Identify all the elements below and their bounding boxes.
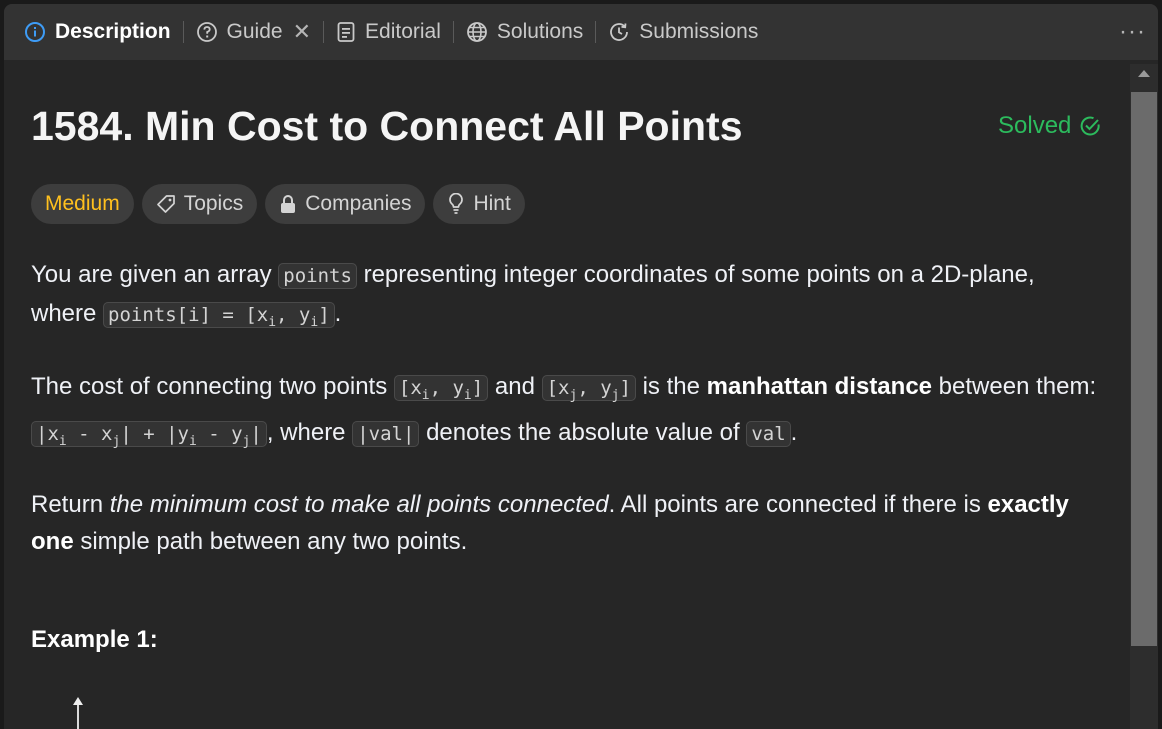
tab-guide[interactable]: Guide ✕ <box>184 4 323 60</box>
check-circle-icon <box>1081 116 1100 136</box>
example-heading: Example 1: <box>31 626 158 653</box>
inline-code: val <box>746 420 791 447</box>
vertical-scrollbar[interactable] <box>1130 64 1158 729</box>
document-icon <box>337 22 355 42</box>
lock-icon <box>281 195 296 213</box>
tab-submissions[interactable]: Submissions <box>596 4 770 60</box>
graph-axis-arrow-icon <box>73 697 83 729</box>
tag-icon <box>156 195 175 213</box>
companies-button[interactable]: Companies <box>265 184 426 224</box>
inline-code: points <box>278 263 357 289</box>
help-circle-icon <box>196 22 217 42</box>
lightbulb-icon <box>449 193 464 214</box>
topics-label: Topics <box>183 192 244 215</box>
bold-term: manhattan distance <box>706 372 933 400</box>
scroll-up-arrow-icon[interactable] <box>1138 70 1150 77</box>
problem-description: You are given an array points representi… <box>31 256 1106 587</box>
tab-editorial-label: Editorial <box>365 20 441 43</box>
tag-row: Medium Topics Companies Hint <box>31 184 533 224</box>
description-paragraph: The cost of connecting two points [xi, y… <box>31 372 1097 449</box>
tab-guide-label: Guide <box>226 20 283 43</box>
inline-code: |xi - xj| + |yi - yj| <box>31 420 267 448</box>
inline-code: [xj, yj] <box>541 374 636 403</box>
problem-panel: Description Guide ✕ Editorial Solutions … <box>4 4 1158 729</box>
close-icon[interactable]: ✕ <box>293 19 311 45</box>
history-icon <box>610 23 629 41</box>
italic-phrase: the minimum cost to make all points conn… <box>109 491 609 519</box>
companies-label: Companies <box>305 192 412 215</box>
solved-label: Solved <box>998 112 1072 139</box>
tab-submissions-label: Submissions <box>639 20 759 43</box>
difficulty-badge: Medium <box>31 184 134 224</box>
inline-code: [xi, yi] <box>393 374 489 403</box>
tab-solutions-label: Solutions <box>496 20 584 43</box>
inline-code: points[i] = [xi, yi] <box>103 302 335 330</box>
tab-description[interactable]: Description <box>4 4 183 60</box>
solved-status: Solved <box>998 112 1101 140</box>
tab-bar: Description Guide ✕ Editorial Solutions … <box>4 4 1158 60</box>
hint-label: Hint <box>473 192 511 215</box>
description-paragraph: Return the minimum cost to make all poin… <box>31 491 1069 556</box>
scroll-thumb[interactable] <box>1131 92 1157 646</box>
description-paragraph: You are given an array points representi… <box>31 261 1035 330</box>
hint-button[interactable]: Hint <box>433 184 525 224</box>
tab-editorial[interactable]: Editorial <box>324 4 453 60</box>
tab-solutions[interactable]: Solutions <box>454 4 595 60</box>
problem-title: 1584. Min Cost to Connect All Points <box>31 103 743 149</box>
globe-icon <box>466 22 487 42</box>
topics-button[interactable]: Topics <box>141 184 258 224</box>
more-options-icon[interactable]: ··· <box>1119 18 1146 46</box>
info-icon <box>25 22 45 42</box>
inline-code: |val| <box>352 420 420 447</box>
tab-description-label: Description <box>55 20 171 43</box>
